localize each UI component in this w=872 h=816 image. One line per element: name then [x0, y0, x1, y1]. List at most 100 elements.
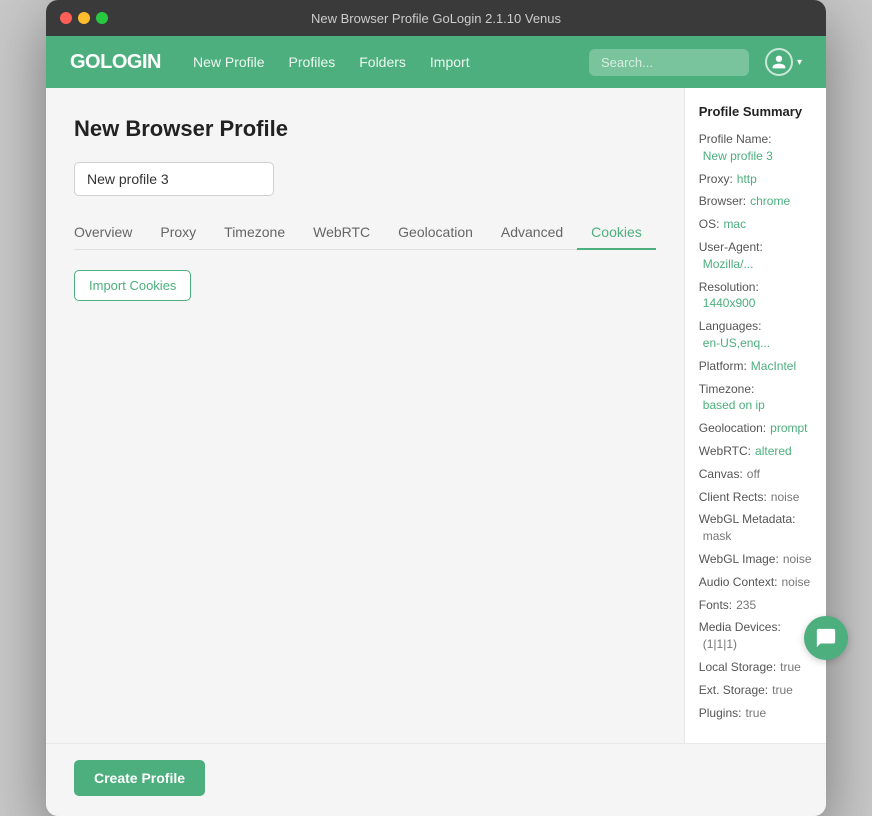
summary-row-profilename: Profile Name: New profile 3: [699, 131, 812, 165]
summary-row-webglmeta: WebGL Metadata: mask: [699, 511, 812, 545]
summary-row-geolocation: Geolocation: prompt: [699, 420, 812, 437]
summary-label-clientrects: Client Rects:: [699, 489, 767, 506]
summary-value-plugins: true: [745, 705, 766, 722]
user-avatar: [765, 48, 793, 76]
summary-value-os: mac: [723, 216, 746, 233]
summary-label-fonts: Fonts:: [699, 597, 732, 614]
nav-folders[interactable]: Folders: [359, 54, 406, 70]
summary-row-platform: Platform: MacIntel: [699, 358, 812, 375]
summary-value-timezone: based on ip: [703, 397, 765, 414]
summary-label-plugins: Plugins:: [699, 705, 742, 722]
import-cookies-button[interactable]: Import Cookies: [74, 270, 191, 301]
user-icon: [771, 54, 787, 70]
summary-row-mediadevices: Media Devices: (1|1|1): [699, 619, 812, 653]
summary-row-plugins: Plugins: true: [699, 705, 812, 722]
main-panel: New Browser Profile Overview Proxy Timez…: [46, 88, 684, 743]
nav-new-profile[interactable]: New Profile: [193, 54, 265, 70]
summary-value-mediadevices: (1|1|1): [703, 636, 737, 653]
summary-label-os: OS:: [699, 216, 720, 233]
summary-label-webglmeta: WebGL Metadata:: [699, 511, 796, 528]
summary-value-webglmeta: mask: [703, 528, 732, 545]
summary-value-platform: MacIntel: [751, 358, 796, 375]
summary-row-resolution: Resolution: 1440x900: [699, 279, 812, 313]
summary-label-proxy: Proxy:: [699, 171, 733, 188]
summary-value-localstorage: true: [780, 659, 801, 676]
summary-label-webglimage: WebGL Image:: [699, 551, 779, 568]
content-wrapper: New Browser Profile Overview Proxy Timez…: [46, 88, 826, 816]
summary-row-proxy: Proxy: http: [699, 171, 812, 188]
chat-button[interactable]: [804, 616, 848, 660]
create-profile-button[interactable]: Create Profile: [74, 760, 205, 796]
summary-value-webrtc: altered: [755, 443, 792, 460]
chat-icon: [815, 627, 837, 649]
summary-row-useragent: User-Agent: Mozilla/...: [699, 239, 812, 273]
summary-value-useragent: Mozilla/...: [703, 256, 754, 273]
summary-value-webglimage: noise: [783, 551, 812, 568]
summary-row-languages: Languages: en-US,enq...: [699, 318, 812, 352]
summary-label-webrtc: WebRTC:: [699, 443, 751, 460]
summary-row-clientrects: Client Rects: noise: [699, 489, 812, 506]
profile-name-input[interactable]: [74, 162, 274, 196]
page-title: New Browser Profile: [74, 116, 656, 142]
nav-bar: GOLOGIN New Profile Profiles Folders Imp…: [46, 36, 826, 88]
tab-proxy[interactable]: Proxy: [146, 216, 210, 250]
summary-row-fonts: Fonts: 235: [699, 597, 812, 614]
summary-row-canvas: Canvas: off: [699, 466, 812, 483]
summary-value-resolution: 1440x900: [703, 295, 756, 312]
summary-value-geolocation: prompt: [770, 420, 807, 437]
summary-value-proxy: http: [737, 171, 757, 188]
content-area: New Browser Profile Overview Proxy Timez…: [46, 88, 826, 743]
traffic-lights: [60, 12, 108, 24]
search-input[interactable]: [589, 49, 749, 76]
summary-label-geolocation: Geolocation:: [699, 420, 766, 437]
summary-label-mediadevices: Media Devices:: [699, 619, 781, 636]
summary-row-extstorage: Ext. Storage: true: [699, 682, 812, 699]
summary-label-resolution: Resolution:: [699, 279, 759, 296]
window-title: New Browser Profile GoLogin 2.1.10 Venus: [311, 11, 561, 26]
summary-label-languages: Languages:: [699, 318, 762, 335]
summary-label-canvas: Canvas:: [699, 466, 743, 483]
tabs-bar: Overview Proxy Timezone WebRTC Geolocati…: [74, 216, 656, 250]
summary-label-platform: Platform:: [699, 358, 747, 375]
minimize-button[interactable]: [78, 12, 90, 24]
summary-label-browser: Browser:: [699, 193, 746, 210]
summary-value-fonts: 235: [736, 597, 756, 614]
summary-value-audiocontext: noise: [781, 574, 810, 591]
summary-label-audiocontext: Audio Context:: [699, 574, 778, 591]
summary-row-webglimage: WebGL Image: noise: [699, 551, 812, 568]
summary-label-profilename: Profile Name:: [699, 131, 772, 148]
tab-webrtc[interactable]: WebRTC: [299, 216, 384, 250]
tab-advanced[interactable]: Advanced: [487, 216, 577, 250]
summary-label-localstorage: Local Storage:: [699, 659, 776, 676]
summary-row-timezone: Timezone: based on ip: [699, 381, 812, 415]
summary-row-webrtc: WebRTC: altered: [699, 443, 812, 460]
chevron-down-icon: ▾: [797, 57, 802, 68]
summary-value-profilename: New profile 3: [703, 148, 773, 165]
maximize-button[interactable]: [96, 12, 108, 24]
tab-cookies[interactable]: Cookies: [577, 216, 656, 250]
close-button[interactable]: [60, 12, 72, 24]
logo[interactable]: GOLOGIN: [70, 51, 161, 74]
summary-row-localstorage: Local Storage: true: [699, 659, 812, 676]
summary-value-languages: en-US,enq...: [703, 335, 770, 352]
summary-value-canvas: off: [747, 466, 760, 483]
summary-row-os: OS: mac: [699, 216, 812, 233]
summary-row-browser: Browser: chrome: [699, 193, 812, 210]
tab-geolocation[interactable]: Geolocation: [384, 216, 487, 250]
user-menu[interactable]: ▾: [765, 48, 802, 76]
summary-label-timezone: Timezone:: [699, 381, 755, 398]
bottom-bar: Create Profile: [46, 743, 826, 816]
tab-overview[interactable]: Overview: [74, 216, 146, 250]
summary-title: Profile Summary: [699, 104, 812, 119]
tab-timezone[interactable]: Timezone: [210, 216, 299, 250]
app-window: New Browser Profile GoLogin 2.1.10 Venus…: [46, 0, 826, 816]
nav-import[interactable]: Import: [430, 54, 470, 70]
summary-value-browser: chrome: [750, 193, 790, 210]
summary-value-extstorage: true: [772, 682, 793, 699]
summary-value-clientrects: noise: [771, 489, 800, 506]
nav-profiles[interactable]: Profiles: [289, 54, 336, 70]
summary-label-extstorage: Ext. Storage:: [699, 682, 768, 699]
summary-row-audiocontext: Audio Context: noise: [699, 574, 812, 591]
title-bar: New Browser Profile GoLogin 2.1.10 Venus: [46, 0, 826, 36]
nav-links: New Profile Profiles Folders Import: [193, 54, 589, 70]
